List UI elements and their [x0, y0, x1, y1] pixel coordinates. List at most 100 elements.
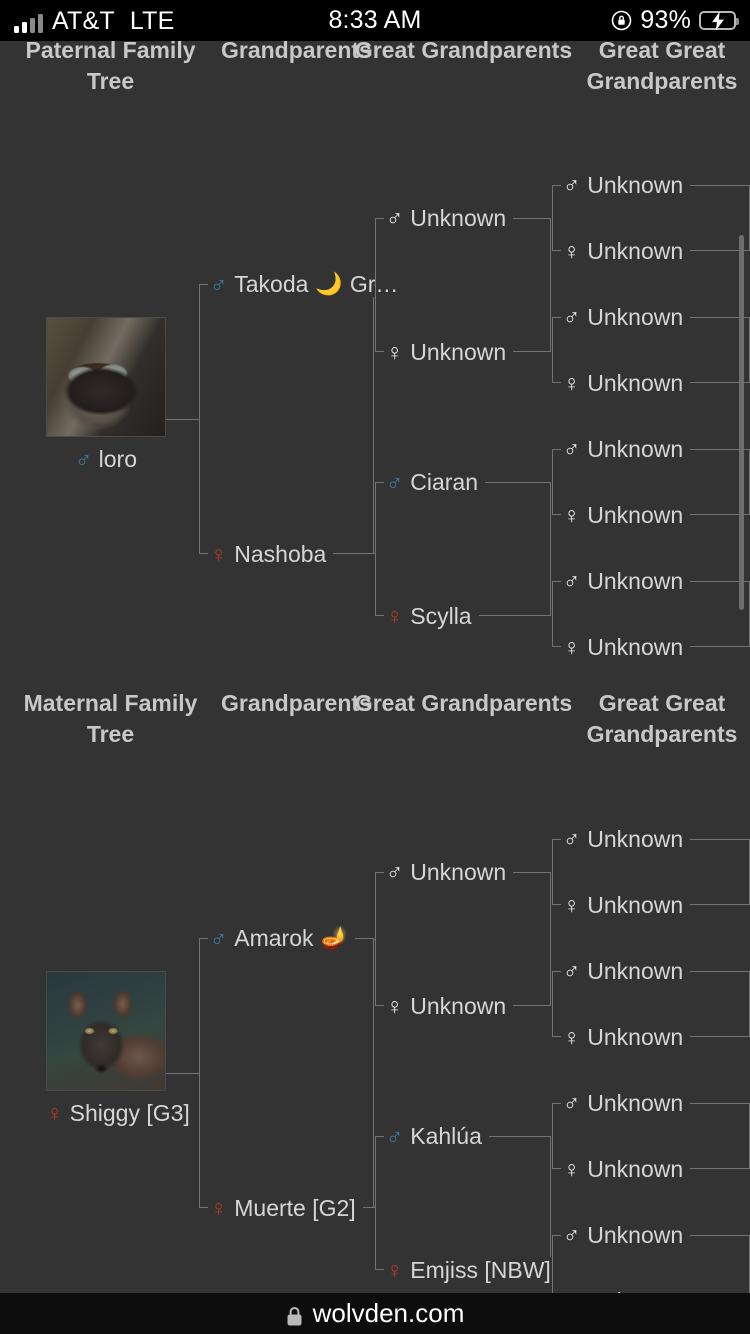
- mother-chip[interactable]: ♀ Nashoba: [208, 541, 334, 567]
- ggp1-father-chip[interactable]: ♂ Unknown: [561, 172, 691, 198]
- ggp3-father-name: Unknown: [587, 436, 684, 462]
- gp1-mother-chip[interactable]: ♀ Unknown: [384, 339, 514, 365]
- female-symbol-icon: ♀: [563, 370, 581, 396]
- charging-bolt-icon: [711, 11, 724, 30]
- gp2-mother-name-scylla: Scylla: [410, 603, 472, 629]
- mgp2-father-chip[interactable]: ♂ Kahlúa: [384, 1123, 489, 1149]
- female-symbol-icon: ♀: [210, 1195, 228, 1221]
- ggp2-father-name: Unknown: [587, 304, 684, 330]
- ggp2-mother-chip[interactable]: ♀ Unknown: [561, 370, 691, 396]
- mgp1-father-name: Unknown: [410, 859, 507, 885]
- maternal-ggp-box-4: ♂ Unknown ♀ Unknown: [552, 1222, 750, 1293]
- male-symbol-icon: ♂: [563, 826, 581, 852]
- mggp3-father-name: Unknown: [587, 1090, 684, 1116]
- maternal-cub[interactable]: ♀ Shiggy [G3]: [46, 971, 190, 1127]
- male-symbol-icon: ♂: [563, 958, 581, 984]
- male-symbol-icon: ♂: [386, 469, 404, 495]
- connector-cub-to-parents: [166, 419, 200, 420]
- mother-name-nashoba: Nashoba: [234, 541, 327, 567]
- mggp4-father-chip[interactable]: ♂ Unknown: [561, 1222, 691, 1248]
- mother-name-muerte: Muerte [G2]: [234, 1195, 356, 1221]
- female-symbol-icon: ♀: [386, 339, 404, 365]
- header-grandparents-maternal: Grandparents: [221, 690, 372, 716]
- mgp1-mother-name: Unknown: [410, 993, 507, 1019]
- cub-avatar-shiggy[interactable]: [46, 971, 166, 1091]
- maternal-column-headers: Maternal Family Tree Grandparents Great …: [0, 688, 750, 750]
- ggp4-father-name: Unknown: [587, 568, 684, 594]
- male-symbol-icon: ♂: [386, 1123, 404, 1149]
- mgp2-mother-chip[interactable]: ♀ Emjiss [NBW]: [384, 1257, 558, 1283]
- mggp3-mother-name: Unknown: [587, 1156, 684, 1182]
- header-grandparents: Grandparents: [221, 41, 372, 63]
- lock-icon: [286, 1303, 303, 1326]
- cub-avatar-loro[interactable]: [46, 317, 166, 437]
- maternal-ggp-box-3: ♂ Unknown ♀ Unknown: [552, 1090, 750, 1182]
- father-name-amarok: Amarok: [234, 925, 314, 951]
- ggp2-father-chip[interactable]: ♂ Unknown: [561, 304, 691, 330]
- header-great-great-grandparents-maternal: Great Great Grandparents: [586, 690, 738, 747]
- mgp1-mother-chip[interactable]: ♀ Unknown: [384, 993, 514, 1019]
- connector-cub-to-parents-maternal: [166, 1073, 200, 1074]
- ggp4-mother-chip[interactable]: ♀ Unknown: [561, 634, 691, 660]
- ios-status-bar: AT&T LTE 8:33 AM 93%: [0, 0, 750, 41]
- father-chip-maternal[interactable]: ♂ Amarok 🪔: [208, 925, 355, 951]
- battery-percent-label: 93%: [640, 6, 691, 34]
- female-symbol-icon: ♀: [386, 993, 404, 1019]
- vertical-scrollbar[interactable]: [739, 235, 744, 610]
- crescent-moon-icon: 🌙: [315, 271, 343, 296]
- mggp3-mother-chip[interactable]: ♀ Unknown: [561, 1156, 691, 1182]
- female-symbol-icon: ♀: [563, 892, 581, 918]
- ggp3-mother-chip[interactable]: ♀ Unknown: [561, 502, 691, 528]
- ggp3-mother-name: Unknown: [587, 502, 684, 528]
- paternal-ggp-box-3: ♂ Unknown ♀ Unknown: [552, 436, 750, 528]
- cub-name-shiggy[interactable]: ♀ Shiggy [G3]: [46, 1100, 190, 1127]
- ggp4-father-chip[interactable]: ♂ Unknown: [561, 568, 691, 594]
- mgp1-father-chip[interactable]: ♂ Unknown: [384, 859, 514, 885]
- gp2-father-chip[interactable]: ♂ Ciaran: [384, 469, 486, 495]
- gp2-father-name-ciaran: Ciaran: [410, 469, 479, 495]
- mggp2-mother-chip[interactable]: ♀ Unknown: [561, 1024, 691, 1050]
- header-paternal-family-tree: Paternal Family Tree: [25, 41, 196, 94]
- female-symbol-icon: ♀: [210, 541, 228, 567]
- url-label[interactable]: wolvden.com: [313, 1298, 465, 1329]
- browser-url-bar[interactable]: wolvden.com: [0, 1293, 750, 1334]
- male-symbol-icon: ♂: [386, 205, 404, 231]
- mggp1-father-name: Unknown: [587, 826, 684, 852]
- ggp4-mother-name: Unknown: [587, 634, 684, 660]
- cub-name-loro[interactable]: ♂ loro: [46, 446, 166, 473]
- mggp2-father-chip[interactable]: ♂ Unknown: [561, 958, 691, 984]
- male-symbol-icon: ♂: [563, 568, 581, 594]
- male-symbol-icon: ♂: [563, 1222, 581, 1248]
- mgp2-father-name-kahlua: Kahlúa: [410, 1123, 482, 1149]
- maternal-parents-box: ♂ Amarok 🪔 ♀ Muerte [G2]: [199, 925, 374, 1221]
- female-symbol-icon: ♀: [563, 1024, 581, 1050]
- male-symbol-icon: ♂: [75, 446, 93, 472]
- male-symbol-icon: ♂: [563, 304, 581, 330]
- gp2-mother-chip[interactable]: ♀ Scylla: [384, 603, 479, 629]
- mggp1-father-chip[interactable]: ♂ Unknown: [561, 826, 691, 852]
- female-symbol-icon: ♀: [46, 1100, 64, 1126]
- ggp1-father-name: Unknown: [587, 172, 684, 198]
- maternal-gp-box-1: ♂ Unknown ♀ Unknown: [375, 859, 551, 1019]
- paternal-parents-box: ♂ Takoda 🌙 Gr… ♀ Nashoba: [199, 271, 406, 567]
- paternal-gp-box-1: ♂ Unknown ♀ Unknown: [375, 205, 551, 365]
- paternal-column-headers: Paternal Family Tree Grandparents Great …: [0, 41, 750, 97]
- diya-lamp-icon: 🪔: [320, 925, 348, 950]
- header-great-grandparents-maternal: Great Grandparents: [354, 690, 573, 716]
- ggp3-father-chip[interactable]: ♂ Unknown: [561, 436, 691, 462]
- mggp1-mother-chip[interactable]: ♀ Unknown: [561, 892, 691, 918]
- mggp3-father-chip[interactable]: ♂ Unknown: [561, 1090, 691, 1116]
- ggp1-mother-chip[interactable]: ♀ Unknown: [561, 238, 691, 264]
- ggp1-mother-name: Unknown: [587, 238, 684, 264]
- mggp2-mother-name: Unknown: [587, 1024, 684, 1050]
- header-great-grandparents: Great Grandparents: [354, 41, 573, 63]
- gp1-father-chip[interactable]: ♂ Unknown: [384, 205, 514, 231]
- gp1-mother-name: Unknown: [410, 339, 507, 365]
- maternal-gp-box-2: ♂ Kahlúa ♀ Emjiss [NBW]: [375, 1123, 558, 1283]
- male-symbol-icon: ♂: [563, 1090, 581, 1116]
- battery-icon: [699, 11, 739, 30]
- paternal-gp-box-2: ♂ Ciaran ♀ Scylla: [375, 469, 551, 629]
- paternal-ggp-box-4: ♂ Unknown ♀ Unknown: [552, 568, 750, 660]
- mother-chip-maternal[interactable]: ♀ Muerte [G2]: [208, 1195, 363, 1221]
- paternal-cub[interactable]: ♂ loro: [46, 317, 166, 473]
